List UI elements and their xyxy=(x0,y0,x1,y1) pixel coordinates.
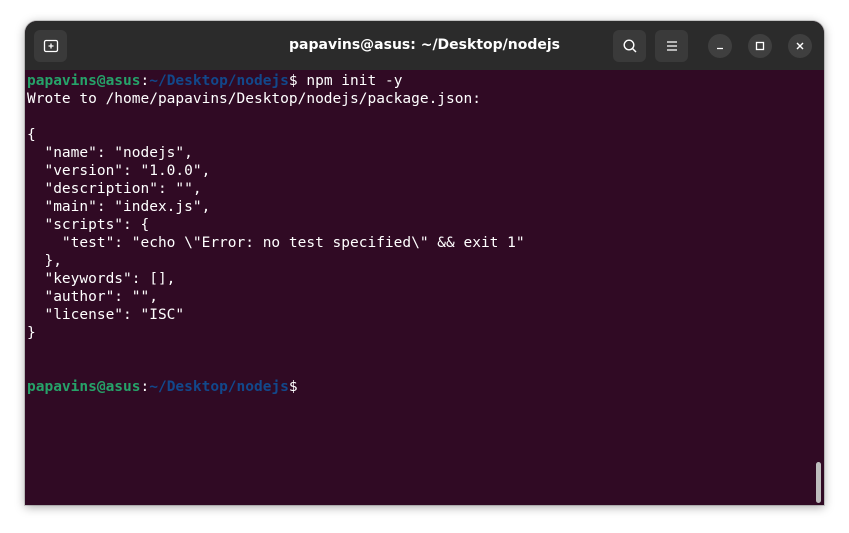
terminal-output-area[interactable]: papavins@asus:~/Desktop/nodejs$ npm init… xyxy=(25,70,824,505)
maximize-icon xyxy=(755,41,765,51)
terminal-scrollbar[interactable] xyxy=(816,462,821,503)
terminal-window: papavins@asus: ~/Desktop/nodejs papavins… xyxy=(25,21,824,505)
prompt-user-host: papavins@asus xyxy=(27,379,141,395)
output-line: "name": "nodejs", xyxy=(27,145,193,161)
prompt-user-host: papavins@asus xyxy=(27,73,141,89)
window-title: papavins@asus: ~/Desktop/nodejs xyxy=(289,37,560,53)
output-line: Wrote to /home/papavins/Desktop/nodejs/p… xyxy=(27,91,481,107)
output-line: "scripts": { xyxy=(27,217,150,233)
command-text: npm init -y xyxy=(306,73,403,89)
close-button[interactable] xyxy=(788,34,812,58)
output-line: "version": "1.0.0", xyxy=(27,163,211,179)
close-icon xyxy=(796,42,804,50)
prompt-dollar: $ xyxy=(288,73,307,89)
search-icon xyxy=(622,39,637,53)
output-line: "author": "", xyxy=(27,289,158,305)
output-line: "license": "ISC" xyxy=(27,307,185,323)
new-tab-icon xyxy=(43,39,58,53)
output-line: "description": "", xyxy=(27,181,202,197)
output-line: "test": "echo \"Error: no test specified… xyxy=(27,235,525,251)
titlebar: papavins@asus: ~/Desktop/nodejs xyxy=(25,21,824,70)
output-line: }, xyxy=(27,253,62,269)
output-line: { xyxy=(27,127,36,143)
output-line: } xyxy=(27,325,36,341)
maximize-button[interactable] xyxy=(748,34,772,58)
output-line: "main": "index.js", xyxy=(27,199,211,215)
prompt-dollar: $ xyxy=(288,379,298,395)
search-button[interactable] xyxy=(613,30,646,62)
command-line-1: papavins@asus:~/Desktop/nodejs$ npm init… xyxy=(27,72,810,90)
command-line-2: papavins@asus:~/Desktop/nodejs$ xyxy=(27,378,810,396)
prompt-path: ~/Desktop/nodejs xyxy=(149,73,289,89)
new-tab-button[interactable] xyxy=(34,30,67,62)
prompt-path: ~/Desktop/nodejs xyxy=(149,379,289,395)
output-line: "keywords": [], xyxy=(27,271,176,287)
prompt-colon: : xyxy=(140,73,150,89)
minimize-button[interactable] xyxy=(708,34,732,58)
minimize-icon xyxy=(717,47,723,50)
prompt-colon: : xyxy=(140,379,150,395)
menu-button[interactable] xyxy=(655,30,688,62)
hamburger-menu-icon xyxy=(666,41,677,51)
